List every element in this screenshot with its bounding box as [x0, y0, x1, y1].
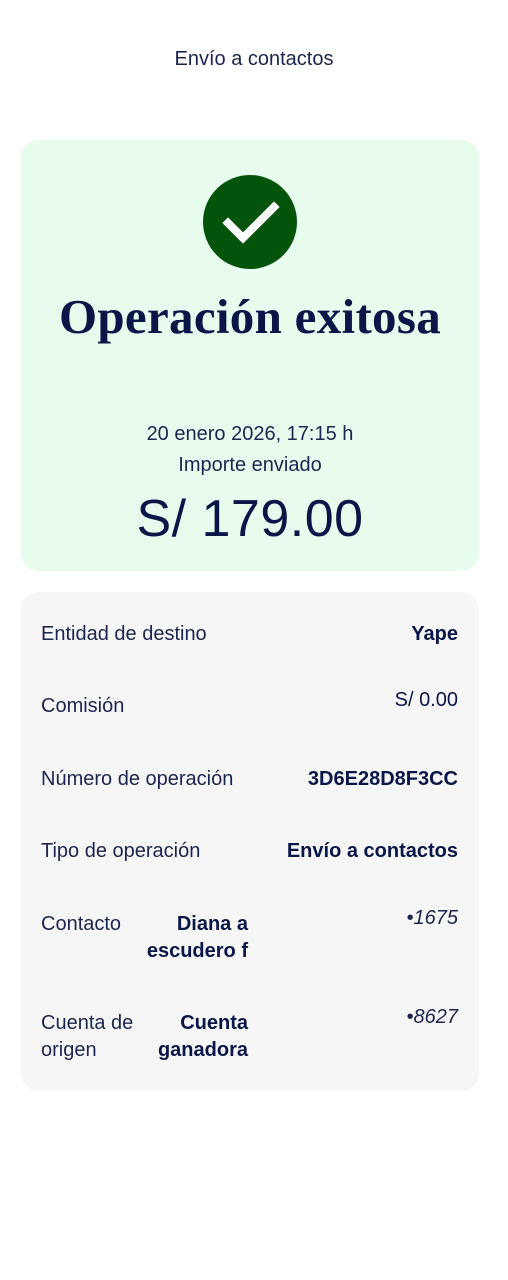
destination-value: Yape	[411, 623, 458, 645]
success-check-icon	[203, 175, 297, 269]
contact-name: Diana a escudero f	[128, 911, 248, 965]
amount-value: S/ 179.00	[136, 490, 364, 548]
commission-label: Comisión	[41, 695, 125, 717]
details-card: Entidad de destino Yape Comisión S/ 0.00…	[21, 592, 479, 1091]
operation-type-value: Envío a contactos	[286, 840, 458, 862]
contact-number: •1675	[406, 907, 459, 929]
origin-label-line2: origen	[41, 1039, 97, 1061]
origin-label-line1: Cuenta de	[41, 1012, 134, 1034]
origin-name-line2: ganadora	[157, 1039, 248, 1061]
success-title: Operación exitosa	[58, 289, 442, 344]
operation-number-value: 3D6E28D8F3CC	[307, 768, 458, 790]
operation-number-label: Número de operación	[41, 768, 234, 790]
origin-account-name: Cuenta ganadora	[128, 1010, 248, 1064]
contact-label: Contacto	[41, 913, 122, 935]
amount-label: Importe enviado	[178, 454, 322, 476]
destination-label: Entidad de destino	[41, 623, 207, 645]
commission-value: S/ 0.00	[394, 689, 458, 711]
success-card: Operación exitosa 20 enero 2026, 17:15 h…	[21, 140, 479, 571]
contact-name-line2: escudero f	[146, 940, 248, 962]
contact-name-line1: Diana a	[176, 913, 248, 935]
operation-date: 20 enero 2026, 17:15 h	[146, 423, 354, 445]
origin-label: Cuenta de origen	[41, 1010, 133, 1064]
operation-type-label: Tipo de operación	[41, 840, 201, 862]
page-title: Envío a contactos	[174, 48, 334, 70]
origin-account-number: •8627	[406, 1006, 459, 1028]
origin-name-line1: Cuenta	[180, 1012, 248, 1034]
